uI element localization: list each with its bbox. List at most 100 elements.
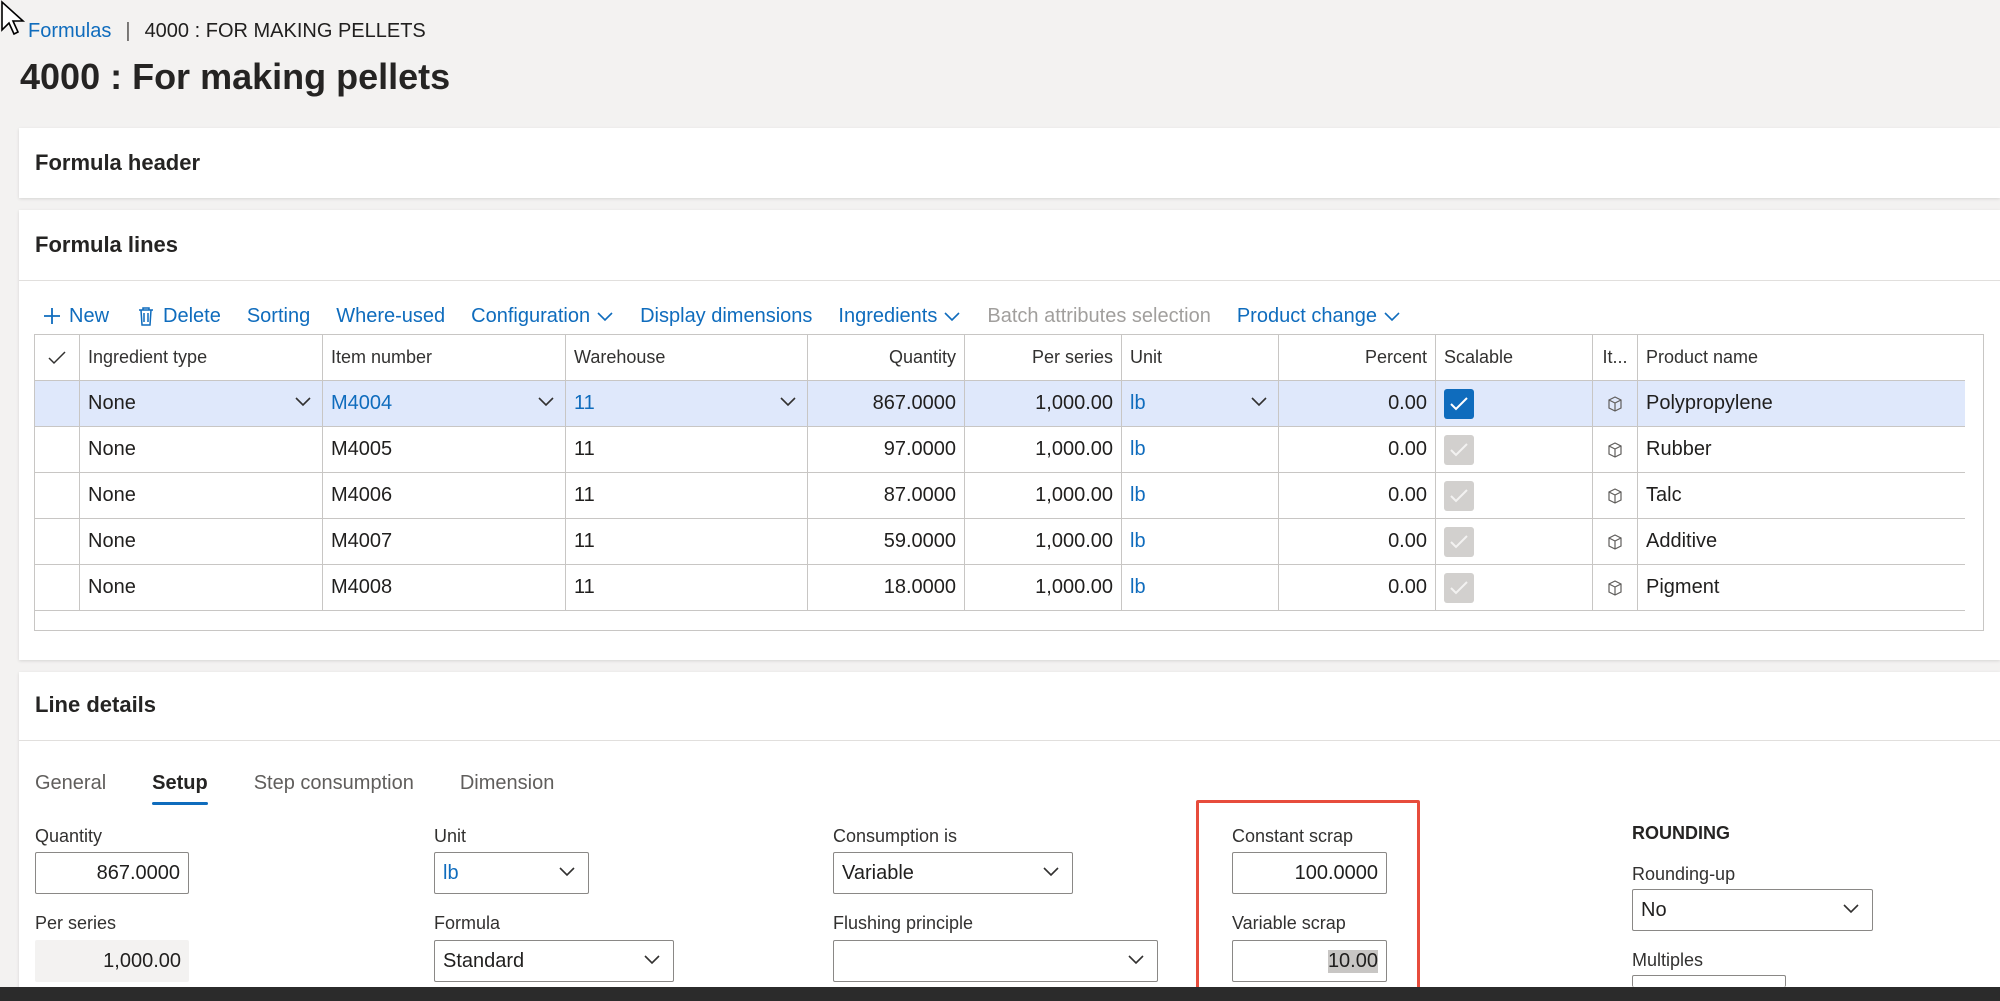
quantity-cell[interactable]: 867.0000 bbox=[808, 381, 965, 426]
multiples-field[interactable] bbox=[1632, 975, 1786, 987]
table-row[interactable]: None M4005 11 97.0000 1,000.00 lb 0.00 Rubber bbox=[35, 427, 1965, 473]
row-select-cell[interactable] bbox=[35, 427, 80, 472]
flushing-principle-dropdown[interactable] bbox=[833, 940, 1158, 982]
product-name-cell[interactable]: Polypropylene bbox=[1638, 381, 1965, 426]
warehouse-cell[interactable]: 11 bbox=[566, 381, 808, 426]
percent-cell[interactable]: 0.00 bbox=[1279, 519, 1436, 564]
column-header-item-number[interactable]: Item number bbox=[323, 335, 566, 380]
product-name-cell[interactable]: Rubber bbox=[1638, 427, 1965, 472]
display-dimensions-button[interactable]: Display dimensions bbox=[640, 305, 812, 328]
delete-button[interactable]: Delete bbox=[135, 305, 221, 328]
unit-dropdown[interactable]: lb bbox=[434, 852, 589, 894]
column-header-ingredient-type[interactable]: Ingredient type bbox=[80, 335, 323, 380]
ingredient-type-cell[interactable]: None bbox=[80, 473, 323, 518]
table-row[interactable]: None M4008 11 18.0000 1,000.00 lb 0.00 Pigment bbox=[35, 565, 1965, 611]
ingredients-menu[interactable]: Ingredients bbox=[838, 305, 961, 328]
scalable-cell[interactable] bbox=[1436, 381, 1593, 426]
row-select-cell[interactable] bbox=[35, 565, 80, 610]
ingredient-type-cell[interactable]: None bbox=[80, 427, 323, 472]
checkmark-icon bbox=[1450, 580, 1468, 594]
line-details-title[interactable]: Line details bbox=[35, 692, 156, 718]
formula-header-title[interactable]: Formula header bbox=[35, 150, 200, 176]
column-header-item-icon[interactable]: It... bbox=[1593, 335, 1638, 380]
column-header-percent[interactable]: Percent bbox=[1279, 335, 1436, 380]
new-button[interactable]: New bbox=[41, 305, 109, 328]
where-used-button[interactable]: Where-used bbox=[336, 305, 445, 328]
column-header-warehouse[interactable]: Warehouse bbox=[566, 335, 808, 380]
tab-setup[interactable]: Setup bbox=[152, 772, 208, 805]
tab-general[interactable]: General bbox=[35, 772, 106, 805]
item-number-cell[interactable]: M4005 bbox=[323, 427, 566, 472]
column-header-quantity[interactable]: Quantity bbox=[808, 335, 965, 380]
tab-step-consumption[interactable]: Step consumption bbox=[254, 772, 414, 805]
percent-cell[interactable]: 0.00 bbox=[1279, 427, 1436, 472]
column-header-unit[interactable]: Unit bbox=[1122, 335, 1279, 380]
product-change-menu[interactable]: Product change bbox=[1237, 305, 1401, 328]
scalable-cell[interactable] bbox=[1436, 473, 1593, 518]
row-select-cell[interactable] bbox=[35, 519, 80, 564]
row-select-cell[interactable] bbox=[35, 473, 80, 518]
quantity-field[interactable]: 867.0000 bbox=[35, 852, 189, 894]
per-series-cell[interactable]: 1,000.00 bbox=[965, 473, 1122, 518]
select-all-checkbox[interactable] bbox=[35, 335, 80, 380]
quantity-cell[interactable]: 87.0000 bbox=[808, 473, 965, 518]
percent-cell[interactable]: 0.00 bbox=[1279, 565, 1436, 610]
unit-cell[interactable]: lb bbox=[1122, 381, 1279, 426]
scalable-cell[interactable] bbox=[1436, 565, 1593, 610]
tab-dimension[interactable]: Dimension bbox=[460, 772, 554, 805]
ingredient-type-cell[interactable]: None bbox=[80, 519, 323, 564]
configuration-menu[interactable]: Configuration bbox=[471, 305, 614, 328]
unit-cell[interactable]: lb bbox=[1122, 473, 1279, 518]
item-number-cell[interactable]: M4008 bbox=[323, 565, 566, 610]
formula-lines-title[interactable]: Formula lines bbox=[35, 232, 178, 258]
quantity-cell[interactable]: 18.0000 bbox=[808, 565, 965, 610]
per-series-cell[interactable]: 1,000.00 bbox=[965, 427, 1122, 472]
formula-header-card[interactable]: Formula header bbox=[19, 128, 2000, 198]
table-row[interactable]: None M4006 11 87.0000 1,000.00 lb 0.00 Talc bbox=[35, 473, 1965, 519]
percent-cell[interactable]: 0.00 bbox=[1279, 381, 1436, 426]
formula-lines-toolbar: New Delete Sorting Where-used Configurat… bbox=[41, 294, 1427, 338]
breadcrumb: Formulas | 4000 : FOR MAKING PELLETS bbox=[28, 20, 426, 43]
unit-cell[interactable]: lb bbox=[1122, 519, 1279, 564]
quantity-cell[interactable]: 59.0000 bbox=[808, 519, 965, 564]
per-series-cell[interactable]: 1,000.00 bbox=[965, 565, 1122, 610]
row-select-cell[interactable] bbox=[35, 381, 80, 426]
breadcrumb-formulas-link[interactable]: Formulas bbox=[28, 20, 111, 43]
scalable-checkbox[interactable] bbox=[1444, 480, 1474, 511]
scalable-checkbox[interactable] bbox=[1444, 572, 1474, 603]
table-row[interactable]: None M4007 11 59.0000 1,000.00 lb 0.00 Additive bbox=[35, 519, 1965, 565]
table-row[interactable]: None M4004 11 867.0000 1,000.00 lb 0.00 Polypro… bbox=[35, 381, 1965, 427]
product-name-cell[interactable]: Pigment bbox=[1638, 565, 1965, 610]
scalable-cell[interactable] bbox=[1436, 427, 1593, 472]
warehouse-cell[interactable]: 11 bbox=[566, 565, 808, 610]
per-series-cell[interactable]: 1,000.00 bbox=[965, 519, 1122, 564]
product-name-cell[interactable]: Talc bbox=[1638, 473, 1965, 518]
quantity-cell[interactable]: 97.0000 bbox=[808, 427, 965, 472]
scalable-checkbox[interactable] bbox=[1444, 388, 1474, 419]
item-number-cell[interactable]: M4004 bbox=[323, 381, 566, 426]
unit-value: lb bbox=[1130, 530, 1146, 552]
scalable-checkbox[interactable] bbox=[1444, 434, 1474, 465]
consumption-dropdown[interactable]: Variable bbox=[833, 852, 1073, 894]
item-number-cell[interactable]: M4007 bbox=[323, 519, 566, 564]
column-header-per-series[interactable]: Per series bbox=[965, 335, 1122, 380]
scalable-checkbox[interactable] bbox=[1444, 526, 1474, 557]
warehouse-cell[interactable]: 11 bbox=[566, 427, 808, 472]
warehouse-cell[interactable]: 11 bbox=[566, 519, 808, 564]
sorting-button[interactable]: Sorting bbox=[247, 305, 310, 328]
column-header-scalable[interactable]: Scalable bbox=[1436, 335, 1593, 380]
per-series-cell[interactable]: 1,000.00 bbox=[965, 381, 1122, 426]
scalable-cell[interactable] bbox=[1436, 519, 1593, 564]
unit-cell[interactable]: lb bbox=[1122, 565, 1279, 610]
column-header-product-name[interactable]: Product name bbox=[1638, 335, 1965, 380]
warehouse-cell[interactable]: 11 bbox=[566, 473, 808, 518]
ingredient-type-cell[interactable]: None bbox=[80, 381, 323, 426]
formula-dropdown[interactable]: Standard bbox=[434, 940, 674, 982]
ingredient-type-cell[interactable]: None bbox=[80, 565, 323, 610]
product-name-cell[interactable]: Additive bbox=[1638, 519, 1965, 564]
percent-cell[interactable]: 0.00 bbox=[1279, 473, 1436, 518]
rounding-up-dropdown[interactable]: No bbox=[1632, 889, 1873, 931]
formula-label: Formula bbox=[434, 913, 501, 933]
item-number-cell[interactable]: M4006 bbox=[323, 473, 566, 518]
unit-cell[interactable]: lb bbox=[1122, 427, 1279, 472]
